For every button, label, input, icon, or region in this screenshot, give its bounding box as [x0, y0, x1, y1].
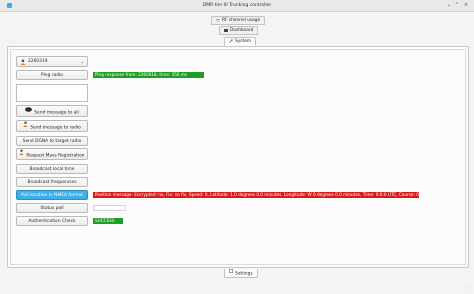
user-icon — [20, 59, 26, 65]
system-panel: 2260319 ⌄ Ping radio Ping response from:… — [7, 46, 469, 268]
tab-label: RF channel usage — [222, 18, 261, 23]
status-poll-button[interactable]: Status poll — [16, 203, 88, 213]
button-label: Send message to radio — [30, 125, 81, 131]
tab-system[interactable]: System — [224, 37, 257, 46]
ping-radio-button[interactable]: Ping radio — [16, 70, 88, 80]
chevron-down-icon: ⌄ — [80, 59, 84, 64]
tab-settings[interactable]: Settings — [224, 269, 258, 278]
settings-icon — [229, 269, 233, 277]
message-bubble-icon — [25, 106, 33, 118]
user-icon — [23, 121, 28, 133]
button-label: Send message to all — [34, 110, 79, 116]
authentication-check-button[interactable]: Authentication Check — [16, 216, 88, 226]
tab-label: Settings — [235, 271, 253, 277]
broadcast-frequencies-button[interactable]: Broadcast frequencies — [16, 177, 88, 187]
radio-selector-value: 2260319 — [28, 59, 48, 64]
maximize-icon[interactable]: ⌃ — [454, 2, 460, 8]
auth-status: SUCCESS — [93, 218, 123, 224]
location-status: Position message: Encrypted: no, Fix: no… — [93, 192, 419, 198]
ping-status: Ping response from: 2260018, time: 356 m… — [93, 72, 204, 78]
message-input[interactable] — [16, 84, 88, 102]
send-dgna-button[interactable]: Send DGNA to target radio — [16, 136, 88, 146]
tab-row-3: System — [0, 37, 474, 46]
dashboard-icon — [224, 28, 228, 32]
broadcast-local-time-button[interactable]: Broadcast local time — [16, 164, 88, 174]
resize-grip-icon[interactable]: ⋱ — [465, 284, 470, 290]
send-message-radio-button[interactable]: Send message to radio — [16, 120, 88, 132]
mass-registration-button[interactable]: Request Mass Registration — [16, 148, 88, 160]
minimize-icon[interactable]: ⌄ — [446, 2, 452, 8]
tab-rf-channel-usage[interactable]: RF channel usage — [211, 16, 266, 25]
tab-row-2: Dashboard — [0, 26, 474, 35]
user-icon — [19, 149, 25, 161]
window-title: DMR tier III Trunking controller — [202, 3, 272, 8]
wifi-signal-icon — [215, 18, 221, 22]
send-message-all-button[interactable]: Send message to all — [16, 105, 88, 117]
system-panel-inner: 2260319 ⌄ Ping radio Ping response from:… — [10, 49, 466, 265]
tab-label: System — [235, 39, 252, 44]
status-poll-result — [93, 205, 126, 211]
tab-label: Dashboard — [230, 28, 254, 33]
wrench-icon — [229, 38, 233, 43]
window-titlebar: DMR tier III Trunking controller ⌄ ⌃ × — [0, 0, 474, 12]
poll-location-button[interactable]: Poll location in NMEA format — [16, 190, 88, 200]
button-label: Request Mass Registration — [26, 153, 85, 159]
radio-selector[interactable]: 2260319 ⌄ — [16, 56, 88, 67]
close-icon[interactable]: × — [463, 2, 469, 8]
tab-row-1: RF channel usage — [0, 16, 474, 25]
tab-dashboard[interactable]: Dashboard — [219, 26, 259, 35]
